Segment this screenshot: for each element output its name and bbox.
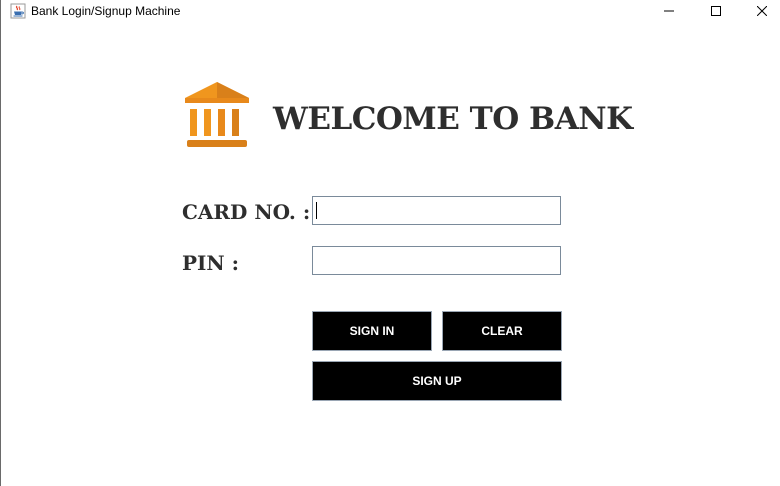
close-button[interactable] (739, 0, 780, 22)
sign-up-button[interactable]: SIGN UP (312, 361, 562, 401)
sign-in-button[interactable]: SIGN IN (312, 311, 432, 351)
java-cup-icon (10, 3, 26, 19)
minimize-icon (664, 10, 674, 12)
close-icon (757, 6, 767, 16)
maximize-icon (711, 6, 721, 16)
minimize-button[interactable] (646, 0, 692, 22)
pin-input[interactable] (312, 246, 561, 275)
window-title: Bank Login/Signup Machine (31, 4, 181, 18)
card-number-input[interactable] (312, 196, 561, 225)
text-caret (316, 202, 317, 219)
maximize-button[interactable] (693, 0, 739, 22)
bank-building-icon (185, 82, 249, 147)
page-title: WELCOME TO BANK (273, 101, 633, 137)
card-number-label: CARD NO. : (182, 200, 311, 224)
app-window: Bank Login/Signup Machine WELCOME TO BAN… (0, 0, 780, 486)
clear-button[interactable]: CLEAR (442, 311, 562, 351)
title-bar[interactable]: Bank Login/Signup Machine (1, 0, 780, 22)
pin-label: PIN : (182, 251, 240, 275)
